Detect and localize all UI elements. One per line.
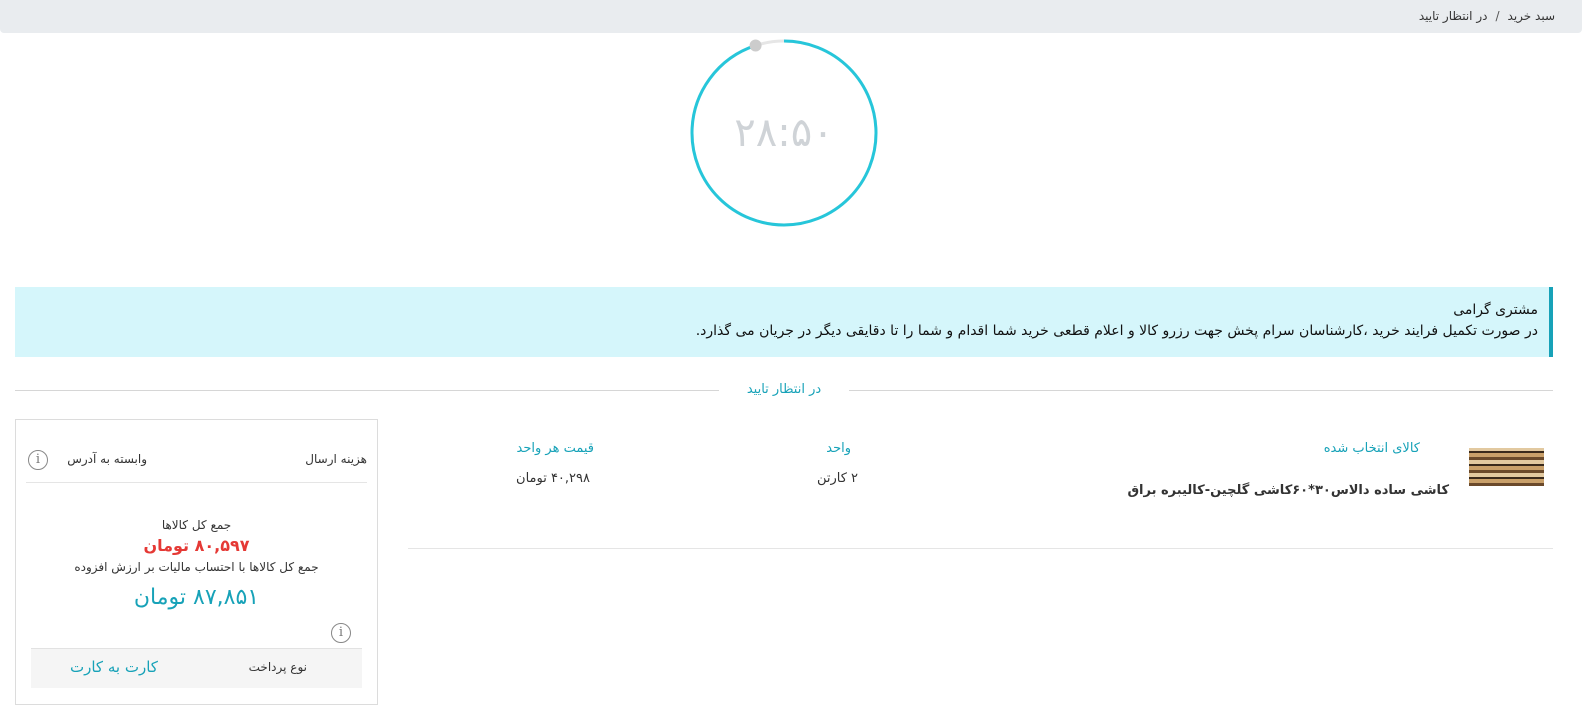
column-header-unit: واحد [826, 441, 851, 456]
section-divider-right [849, 390, 1553, 391]
summary-divider [26, 482, 367, 483]
column-header-unit-price: قیمت هر واحد [516, 441, 594, 456]
breadcrumb-separator: / [1495, 9, 1500, 23]
breadcrumb: سبد خرید / در انتظار تایید [1419, 9, 1555, 23]
total-label: جمع کل کالاها [161, 518, 232, 532]
product-row-separator [408, 548, 1553, 549]
shipping-label: هزینه ارسال [305, 452, 367, 466]
payment-method-box: نوع پرداخت کارت به کارت [31, 648, 362, 688]
info-icon[interactable]: i [28, 450, 48, 470]
breadcrumb-item-cart[interactable]: سبد خرید [1508, 9, 1555, 23]
section-title: در انتظار تایید [746, 382, 822, 397]
shipping-value: وابسته به آدرس [67, 452, 147, 466]
countdown-timer: ۲۸:۵۰ [686, 35, 882, 231]
shipping-row: هزینه ارسال وابسته به آدرس i [26, 450, 367, 470]
breadcrumb-item-pending: در انتظار تایید [1418, 9, 1488, 23]
vat-total-value: ۸۷,۸۵۱ تومان [133, 585, 260, 610]
section-divider-left [15, 390, 719, 391]
info-icon[interactable]: i [331, 623, 351, 643]
product-thumbnail[interactable] [1469, 448, 1544, 486]
payment-type-value[interactable]: کارت به کارت [70, 658, 158, 676]
alert-title: مشتری گرامی [1453, 302, 1538, 318]
vat-total-label: جمع کل کالاها با احتساب مالیات بر ارزش ا… [74, 560, 319, 574]
alert-body: در صورت تکمیل فرایند خرید ،کارشناسان سرا… [695, 323, 1538, 339]
payment-type-label: نوع پرداخت [248, 660, 307, 674]
total-value: ۸۰,۵۹۷ تومان [143, 536, 250, 555]
order-summary: هزینه ارسال وابسته به آدرس i جمع کل کالا… [15, 419, 378, 705]
info-alert: مشتری گرامی در صورت تکمیل فرایند خرید ،ک… [15, 287, 1553, 357]
product-unit: ۲ کارتن [816, 471, 858, 486]
product-unit-price: ۴۰,۲۹۸ تومان [516, 471, 590, 486]
column-header-item: کالای انتخاب شده [1323, 441, 1420, 456]
product-name[interactable]: کاشی ساده دالاس۳۰*۶۰کاشی گلچین-کالیبره ب… [1127, 483, 1449, 498]
countdown-text: ۲۸:۵۰ [734, 110, 834, 156]
breadcrumb-bar: سبد خرید / در انتظار تایید [0, 0, 1582, 33]
